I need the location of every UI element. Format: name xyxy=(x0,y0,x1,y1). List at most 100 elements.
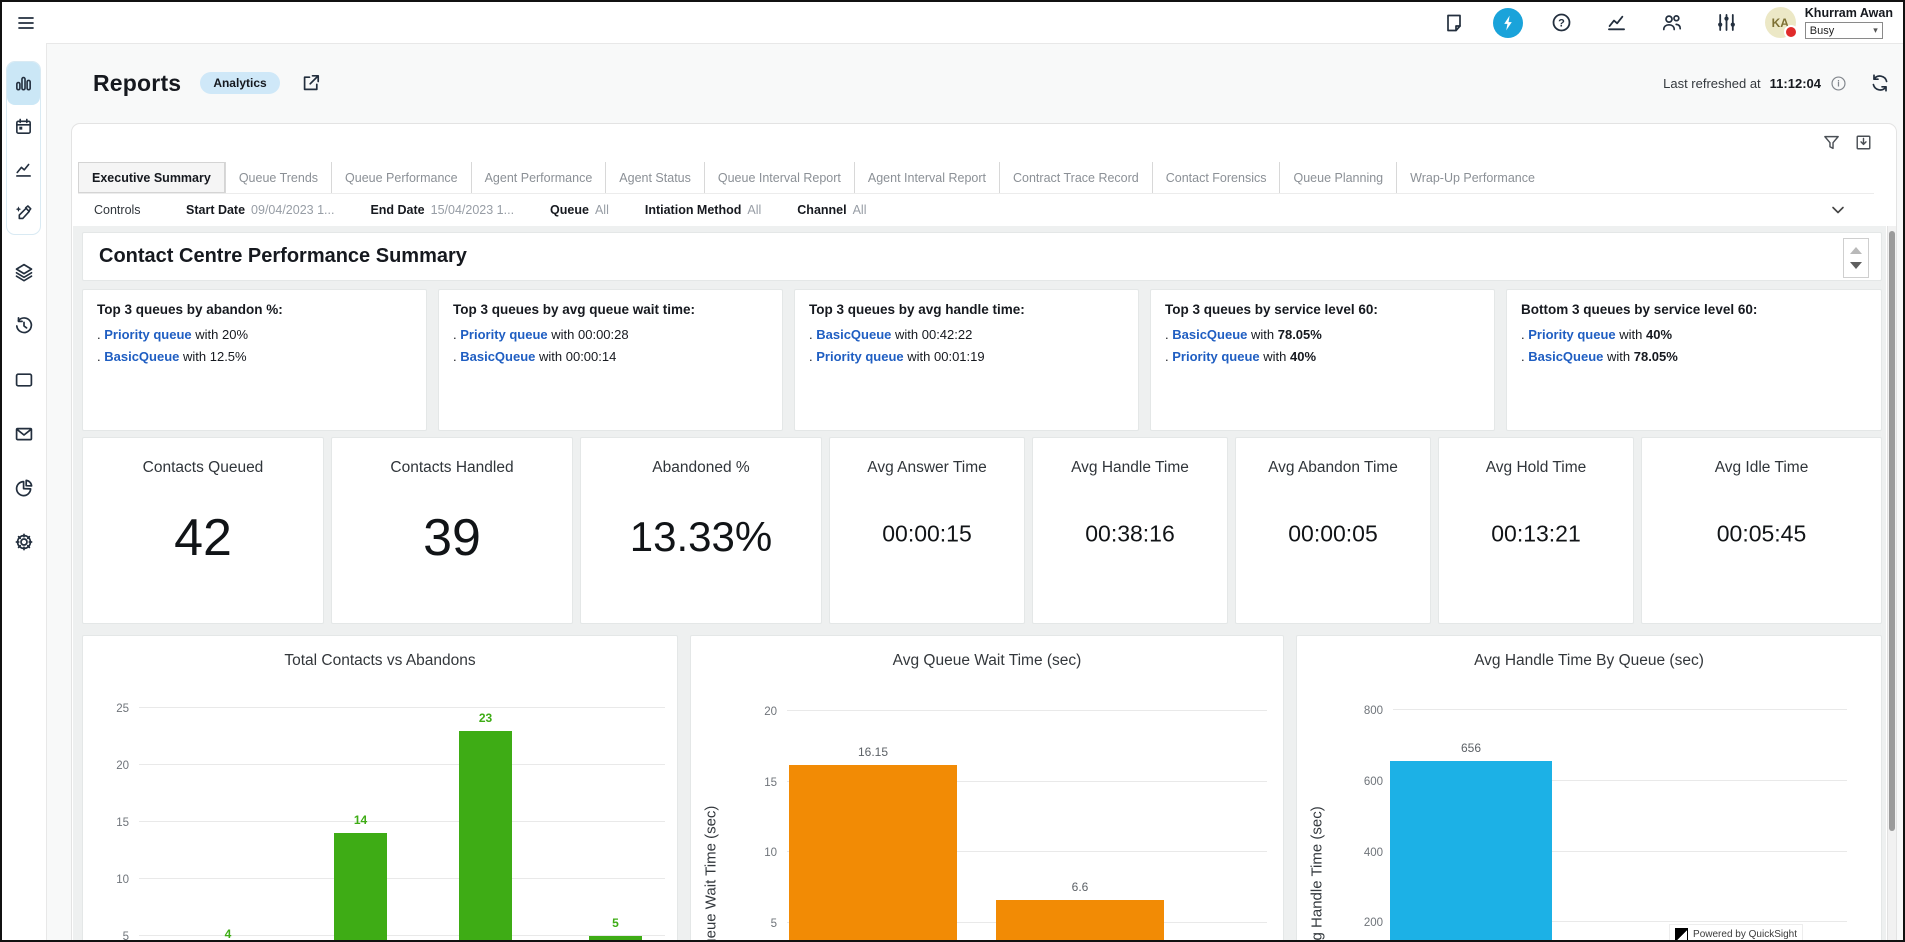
tab-queue-performance[interactable]: Queue Performance xyxy=(331,162,471,193)
avatar[interactable]: KA xyxy=(1765,7,1796,38)
sidebar-item-designer[interactable] xyxy=(7,191,40,234)
sidebar-item-mail[interactable] xyxy=(7,417,41,451)
sidebar-item-pie-reports[interactable] xyxy=(7,471,41,505)
control-label: Channel xyxy=(797,203,846,217)
insight-card: Top 3 queues by abandon %:. Priority que… xyxy=(82,289,427,431)
insight-heading: Bottom 3 queues by service level 60: xyxy=(1521,302,1867,317)
last-refreshed-label: Last refreshed at xyxy=(1663,76,1761,91)
dashboard-sheet: Contact Centre Performance Summary Top 3… xyxy=(73,226,1886,941)
notes-icon xyxy=(1444,13,1464,33)
tab-executive-summary[interactable]: Executive Summary xyxy=(78,162,225,193)
tab-queue-interval-report[interactable]: Queue Interval Report xyxy=(704,162,854,193)
export-download-icon xyxy=(1854,133,1873,152)
queue-link[interactable]: Priority queue xyxy=(1172,349,1259,364)
spinner-down-icon[interactable] xyxy=(1850,262,1862,269)
top-navbar: ? KA Khurram Awan Busy ▾ xyxy=(2,2,1903,44)
notes-button[interactable] xyxy=(1443,12,1465,34)
control-intiation-method[interactable]: Intiation MethodAll xyxy=(645,203,761,217)
powered-by-quicksight-badge[interactable]: Powered by QuickSight xyxy=(1669,924,1803,941)
control-start-date[interactable]: Start Date09/04/2023 1... xyxy=(186,203,334,217)
control-channel[interactable]: Channel All xyxy=(797,203,866,217)
help-button[interactable]: ? xyxy=(1551,12,1573,34)
control-label: Queue xyxy=(550,203,589,217)
insight-value: 00:01:19 xyxy=(934,349,985,364)
bar[interactable] xyxy=(334,833,387,941)
gridline xyxy=(139,707,665,708)
kpi-contacts-handled: Contacts Handled39 xyxy=(331,437,573,624)
mail-icon xyxy=(14,424,34,444)
insight-conjunction: with xyxy=(548,327,578,342)
queue-link[interactable]: Priority queue xyxy=(104,327,191,342)
export-button[interactable] xyxy=(1854,133,1874,153)
queue-link[interactable]: Priority queue xyxy=(460,327,547,342)
queue-link[interactable]: BasicQueue xyxy=(460,349,535,364)
layers-icon xyxy=(14,262,34,282)
insight-line: . BasicQueue with 00:42:22 xyxy=(809,327,1124,342)
insight-line: . Priority queue with 40% xyxy=(1165,349,1480,364)
controls-collapse-button[interactable] xyxy=(1830,202,1846,218)
quick-actions-button[interactable] xyxy=(1493,8,1523,38)
app-window: ? KA Khurram Awan Busy ▾ xyxy=(0,0,1905,942)
kpi-row: Contacts Queued42Contacts Handled39Aband… xyxy=(82,437,1882,624)
bar[interactable] xyxy=(1390,761,1552,941)
bar[interactable] xyxy=(996,900,1164,941)
info-button[interactable]: i xyxy=(1830,75,1847,92)
tab-bar: Executive SummaryQueue TrendsQueue Perfo… xyxy=(78,162,1874,194)
bar-chart-icon xyxy=(14,74,33,93)
user-name: Khurram Awan xyxy=(1805,6,1893,20)
analytics-badge: Analytics xyxy=(200,72,279,94)
chart-title: Avg Handle Time By Queue (sec) xyxy=(1297,652,1881,670)
insight-conjunction: with xyxy=(1616,327,1646,342)
tab-queue-trends[interactable]: Queue Trends xyxy=(225,162,331,193)
queue-link[interactable]: BasicQueue xyxy=(104,349,179,364)
control-queue[interactable]: QueueAll xyxy=(550,203,609,217)
queue-link[interactable]: BasicQueue xyxy=(816,327,891,342)
sidebar-item-reports[interactable] xyxy=(7,62,40,105)
sidebar-item-settings[interactable] xyxy=(7,525,41,559)
control-label: Start Date xyxy=(186,203,245,217)
bar[interactable] xyxy=(459,731,512,941)
queue-link[interactable]: BasicQueue xyxy=(1172,327,1247,342)
sidebar-item-calendar[interactable] xyxy=(7,105,40,148)
spinner-up-icon[interactable] xyxy=(1850,247,1862,254)
hamburger-menu-button[interactable] xyxy=(15,12,37,34)
sidebar-item-layers[interactable] xyxy=(7,255,41,289)
kpi-value: 42 xyxy=(83,508,323,568)
queue-link[interactable]: Priority queue xyxy=(816,349,903,364)
insight-line: . BasicQueue with 12.5% xyxy=(97,349,412,364)
y-tick-label: 15 xyxy=(691,777,777,789)
tab-contact-forensics[interactable]: Contact Forensics xyxy=(1152,162,1280,193)
tab-contract-trace-record[interactable]: Contract Trace Record xyxy=(999,162,1152,193)
insight-value: 00:00:14 xyxy=(566,349,617,364)
tab-agent-performance[interactable]: Agent Performance xyxy=(471,162,606,193)
refresh-button[interactable] xyxy=(1870,73,1890,93)
kpi-label: Avg Abandon Time xyxy=(1236,459,1430,477)
open-external-button[interactable] xyxy=(301,73,321,93)
settings-sliders-button[interactable] xyxy=(1716,12,1738,34)
insight-line: . BasicQueue with 00:00:14 xyxy=(453,349,768,364)
bar[interactable] xyxy=(589,936,642,941)
tab-agent-status[interactable]: Agent Status xyxy=(605,162,704,193)
control-end-date[interactable]: End Date15/04/2023 1... xyxy=(370,203,514,217)
vertical-scrollbar[interactable] xyxy=(1887,226,1896,941)
bar[interactable] xyxy=(789,765,957,941)
status-select[interactable]: Busy ▾ xyxy=(1805,22,1883,39)
sidebar-item-history[interactable] xyxy=(7,309,41,343)
sidebar-item-window[interactable] xyxy=(7,363,41,397)
kpi-value: 00:05:45 xyxy=(1642,520,1881,547)
metrics-button[interactable] xyxy=(1606,12,1628,34)
kpi-avg-handle-time: Avg Handle Time00:38:16 xyxy=(1032,437,1228,624)
tab-queue-planning[interactable]: Queue Planning xyxy=(1279,162,1396,193)
sidebar-item-analytics[interactable] xyxy=(7,148,40,191)
queue-link[interactable]: BasicQueue xyxy=(1528,349,1603,364)
tab-wrap-up-performance[interactable]: Wrap-Up Performance xyxy=(1396,162,1548,193)
scrollbar-thumb[interactable] xyxy=(1889,231,1895,831)
page-header: Reports Analytics Last refreshed at 11:1… xyxy=(46,43,1903,123)
queue-link[interactable]: Priority queue xyxy=(1528,327,1615,342)
control-value: All xyxy=(853,203,867,217)
filter-button[interactable] xyxy=(1822,133,1842,153)
users-button[interactable] xyxy=(1661,12,1683,34)
tab-agent-interval-report[interactable]: Agent Interval Report xyxy=(854,162,999,193)
metrics-icon xyxy=(1606,12,1627,33)
controls-row: Controls Start Date09/04/2023 1...End Da… xyxy=(78,193,1874,226)
